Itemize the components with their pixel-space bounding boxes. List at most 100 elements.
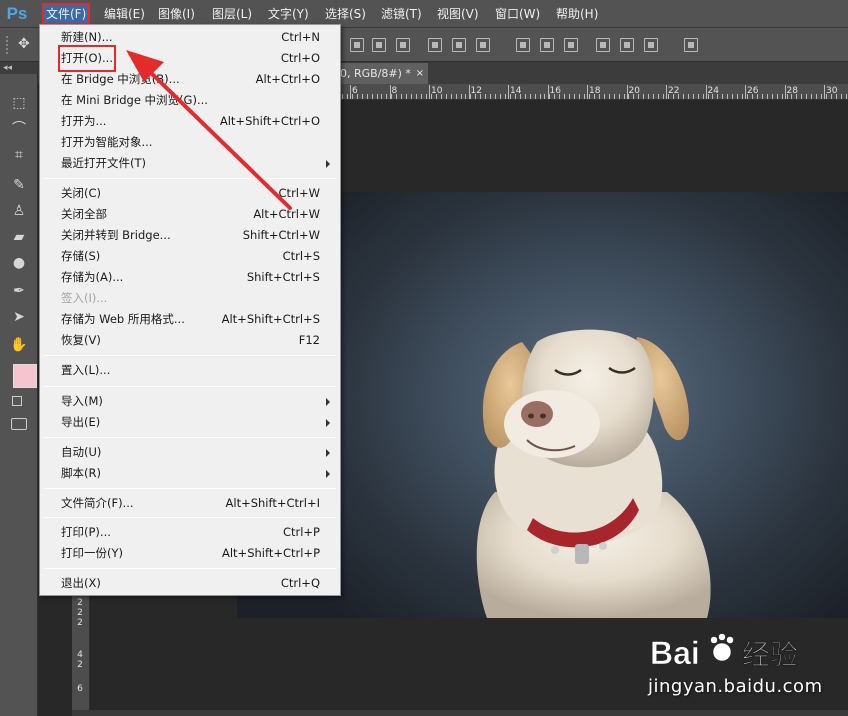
submenu-arrow-icon xyxy=(326,160,330,168)
pen-tool-icon[interactable]: ✒ xyxy=(8,280,30,302)
ruler-tick xyxy=(564,94,566,99)
file-menu-item[interactable]: 关闭并转到 Bridge... Shift+Ctrl+W xyxy=(42,225,338,246)
file-menu-item[interactable]: 关闭(C) Ctrl+W xyxy=(42,183,338,204)
tab-close-icon[interactable]: × xyxy=(416,63,424,84)
watermark-brand: Bai xyxy=(650,635,700,671)
ruler-tick xyxy=(569,94,571,99)
file-menu-item[interactable]: 恢复(V) F12 xyxy=(42,330,338,351)
hand-tool-icon[interactable]: ✋ xyxy=(8,334,30,356)
auto-align-icon[interactable] xyxy=(684,38,698,52)
watermark-brand-cn: 经验 xyxy=(742,638,798,671)
ruler-label: 4 xyxy=(77,650,83,660)
menu-image[interactable]: 图像(I) xyxy=(155,4,198,24)
ruler-tick xyxy=(381,94,383,99)
ruler-tick xyxy=(584,94,585,99)
ruler-tick xyxy=(618,94,620,99)
file-menu-item[interactable]: 导出(E) xyxy=(42,412,338,433)
distribute-left-icon[interactable] xyxy=(596,38,610,52)
file-menu-item-shortcut: Shift+Ctrl+W xyxy=(242,228,320,242)
file-menu-item[interactable]: 脚本(R) xyxy=(42,463,338,484)
file-menu-item[interactable]: 在 Bridge 中浏览(B)... Alt+Ctrl+O xyxy=(42,69,338,90)
menu-separator xyxy=(44,355,336,356)
align-vcenter-icon[interactable] xyxy=(372,38,386,52)
ruler-tick xyxy=(658,94,660,99)
file-menu-item[interactable]: 自动(U) xyxy=(42,442,338,463)
ruler-tick xyxy=(455,94,457,99)
move-tool-option-icon[interactable]: ✥ xyxy=(18,36,30,52)
file-menu-item-shortcut: Alt+Ctrl+W xyxy=(253,207,320,221)
align-left-icon[interactable] xyxy=(428,38,442,52)
file-menu-item-shortcut: Ctrl+Q xyxy=(280,576,320,590)
file-menu-item[interactable]: 关闭全部 Alt+Ctrl+W xyxy=(42,204,338,225)
ruler-major-tick xyxy=(350,85,351,99)
document-tab[interactable]: 0, RGB/8#) * × xyxy=(336,63,428,84)
tools-panel: ◂◂ ⬚ ⌒ ⌗ ✎ ♙ ▰ ● ✒ ➤ ✋ xyxy=(0,62,38,716)
align-bottom-icon[interactable] xyxy=(396,38,410,52)
file-menu-item[interactable]: 存储(S) Ctrl+S xyxy=(42,246,338,267)
menu-filter[interactable]: 滤镜(T) xyxy=(378,4,425,24)
marquee-tool-icon[interactable]: ⬚ xyxy=(8,92,30,114)
ruler-tick xyxy=(761,94,763,99)
menu-layer[interactable]: 图层(L) xyxy=(209,4,255,24)
ruler-label: 18 xyxy=(589,86,601,96)
foreground-color-swatch[interactable] xyxy=(13,364,37,388)
ruler-tick xyxy=(401,94,403,99)
menu-type[interactable]: 文字(Y) xyxy=(265,4,312,24)
file-menu-item-shortcut: Ctrl+N xyxy=(281,30,320,44)
file-menu-item[interactable]: 在 Mini Bridge 中浏览(G)... xyxy=(42,90,338,111)
eraser-tool-icon[interactable]: ▰ xyxy=(8,226,30,248)
lasso-tool-icon[interactable]: ⌒ xyxy=(8,118,30,140)
file-menu-item[interactable]: 存储为(A)... Shift+Ctrl+S xyxy=(42,267,338,288)
file-menu-item[interactable]: 打开(O)... Ctrl+O xyxy=(42,45,338,72)
file-menu-item-label: 签入(I)... xyxy=(61,291,108,305)
file-menu-item[interactable]: 最近打开文件(T) xyxy=(42,153,338,174)
options-grip-icon[interactable] xyxy=(6,36,10,54)
file-menu-item-label: 存储为(A)... xyxy=(61,270,124,284)
ruler-tick xyxy=(702,94,704,99)
align-hcenter-icon[interactable] xyxy=(452,38,466,52)
file-menu-item[interactable]: 打开为智能对象... xyxy=(42,132,338,153)
file-menu-item[interactable]: 导入(M) xyxy=(42,391,338,412)
ruler-label: 6 xyxy=(77,684,83,694)
align-right-icon[interactable] xyxy=(476,38,490,52)
healing-brush-icon[interactable]: ✎ xyxy=(8,174,30,196)
submenu-arrow-icon xyxy=(326,398,330,406)
file-menu-item-shortcut: Ctrl+P xyxy=(282,525,320,539)
menu-help[interactable]: 帮助(H) xyxy=(553,4,601,24)
distribute-hcenter-icon[interactable] xyxy=(620,38,634,52)
default-colors-icon[interactable] xyxy=(12,396,22,406)
file-menu-item[interactable]: 置入(L)... xyxy=(42,360,338,381)
file-menu-item[interactable]: 打印一份(Y) Alt+Shift+Ctrl+P xyxy=(42,543,338,564)
menu-file[interactable]: 文件(F) xyxy=(41,3,91,25)
distribute-vcenter-icon[interactable] xyxy=(540,38,554,52)
file-menu-item-label: 在 Bridge 中浏览(B)... xyxy=(61,72,180,86)
distribute-right-icon[interactable] xyxy=(644,38,658,52)
distribute-bottom-icon[interactable] xyxy=(564,38,578,52)
distribute-top-icon[interactable] xyxy=(516,38,530,52)
menu-select[interactable]: 选择(S) xyxy=(322,4,369,24)
blur-tool-icon[interactable]: ● xyxy=(8,252,30,274)
crop-tool-icon[interactable]: ⌗ xyxy=(8,144,30,166)
menu-edit[interactable]: 编辑(E) xyxy=(101,4,148,24)
path-select-icon[interactable]: ➤ xyxy=(8,306,30,328)
quick-mask-icon[interactable] xyxy=(11,418,27,430)
ruler-label: 16 xyxy=(549,86,561,96)
file-menu-item[interactable]: 打开为... Alt+Shift+Ctrl+O xyxy=(42,111,338,132)
file-menu-item-shortcut: Alt+Shift+Ctrl+S xyxy=(221,312,320,326)
menu-view[interactable]: 视图(V) xyxy=(434,4,482,24)
file-menu-item[interactable]: 文件简介(F)... Alt+Shift+Ctrl+I xyxy=(42,493,338,514)
ruler-tick xyxy=(603,94,605,99)
document-tab-label: 0, RGB/8#) * xyxy=(340,67,411,80)
status-bar xyxy=(72,710,848,716)
file-menu-item-label: 导入(M) xyxy=(61,394,103,408)
file-menu-item[interactable]: 打印(P)... Ctrl+P xyxy=(42,522,338,543)
file-menu-item[interactable]: 存储为 Web 所用格式... Alt+Shift+Ctrl+S xyxy=(42,309,338,330)
align-top-icon[interactable] xyxy=(350,38,364,52)
menu-window[interactable]: 窗口(W) xyxy=(492,4,543,24)
submenu-arrow-icon xyxy=(326,419,330,427)
clone-stamp-icon[interactable]: ♙ xyxy=(8,200,30,222)
file-menu-item[interactable]: 新建(N)... Ctrl+N xyxy=(42,27,338,48)
file-menu-item[interactable]: 退出(X) Ctrl+Q xyxy=(42,573,338,594)
tools-collapse-icon[interactable]: ◂◂ xyxy=(0,62,38,74)
file-menu-item-label: 自动(U) xyxy=(61,445,102,459)
